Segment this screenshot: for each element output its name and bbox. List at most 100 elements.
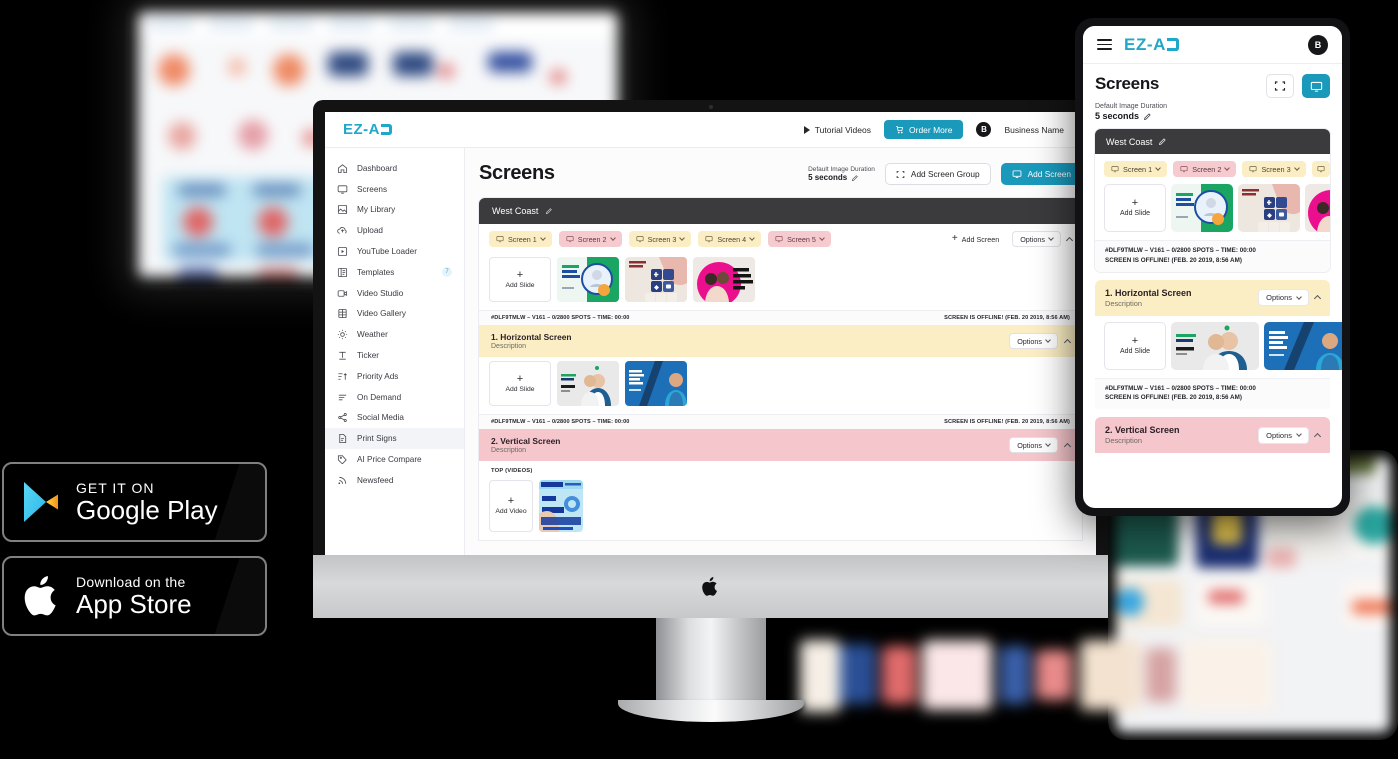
sidebar-item-weather[interactable]: Weather xyxy=(325,324,464,345)
sidebar-item-youtube-loader[interactable]: YouTube Loader xyxy=(325,241,464,262)
fullscreen-button[interactable] xyxy=(1266,74,1294,98)
cart-icon xyxy=(896,126,904,134)
slide-thumbnail[interactable] xyxy=(557,257,619,302)
add-slide-button[interactable]: + Add Slide xyxy=(1104,184,1166,232)
sidebar-item-newsfeed[interactable]: Newsfeed xyxy=(325,470,464,491)
tabs-add-screen-button[interactable]: + Add Screen xyxy=(944,231,1007,247)
hamburger-icon[interactable] xyxy=(1097,39,1112,50)
tabs-options-label: Options xyxy=(1020,234,1045,244)
section-options-label: Options xyxy=(1017,336,1042,346)
tutorial-videos-link[interactable]: Tutorial Videos xyxy=(803,125,871,135)
screen-tab-3[interactable]: Screen 3 xyxy=(628,231,692,247)
add-slide-button[interactable]: + Add Slide xyxy=(489,361,551,406)
add-slide-label: Add Slide xyxy=(1120,347,1150,355)
slide-thumbnail[interactable] xyxy=(693,257,755,302)
section-options-button[interactable]: Options xyxy=(1258,289,1309,306)
screen-tab-1[interactable]: Screen 1 xyxy=(1104,161,1168,177)
chevron-down-icon[interactable] xyxy=(819,235,825,241)
desktop-screen: EZ-A Tutorial Videos Order More B Busine… xyxy=(325,112,1096,555)
section-options-button[interactable]: Options xyxy=(1009,437,1058,453)
section-options-button[interactable]: Options xyxy=(1009,333,1058,349)
sidebar-item-ticker[interactable]: Ticker xyxy=(325,345,464,366)
add-slide-button[interactable]: + Add Slide xyxy=(1104,321,1166,370)
avatar[interactable]: B xyxy=(1308,34,1328,55)
sidebar-item-on-demand[interactable]: On Demand xyxy=(325,387,464,408)
sidebar-item-ai-price-compare[interactable]: AI Price Compare xyxy=(325,449,464,470)
slide-thumbnail[interactable] xyxy=(1171,321,1259,370)
slide-thumbnail[interactable] xyxy=(1305,184,1330,232)
slide-thumbnail[interactable] xyxy=(1171,184,1233,232)
collapse-caret-icon[interactable] xyxy=(1063,442,1072,450)
screen-tab-1[interactable]: Screen 1 xyxy=(489,231,552,247)
sun-icon xyxy=(337,329,348,340)
video-thumbnail[interactable] xyxy=(539,480,583,532)
section-options-button[interactable]: Options xyxy=(1258,426,1309,444)
tabs-options-button[interactable]: Options xyxy=(1012,231,1061,247)
screen-tab-2[interactable]: Screen 2 xyxy=(558,231,622,247)
slide-thumbnail[interactable] xyxy=(557,361,619,406)
slide-thumbnail[interactable] xyxy=(1238,184,1300,232)
document-icon xyxy=(337,433,348,444)
slide-thumbnail[interactable] xyxy=(1264,321,1342,370)
status-right: SCREEN IS OFFLINE! (FEB. 20 2019, 8:56 A… xyxy=(1105,256,1242,264)
chevron-down-icon[interactable] xyxy=(1293,165,1300,171)
sidebar-item-my-library[interactable]: My Library xyxy=(325,200,464,221)
chevron-down-icon[interactable] xyxy=(679,235,686,241)
chevron-down-icon[interactable] xyxy=(1155,165,1162,171)
sidebar-item-dashboard[interactable]: Dashboard xyxy=(325,158,464,179)
sidebar-item-upload[interactable]: Upload xyxy=(325,220,464,241)
collapse-caret-icon[interactable] xyxy=(1313,294,1322,303)
store-badges: GET IT ON Google Play Download on the Ap… xyxy=(2,462,267,650)
ez-ad-logo[interactable]: EZ-A xyxy=(1124,35,1180,55)
sidebar-item-print-signs[interactable]: Print Signs xyxy=(325,428,464,450)
chevron-down-icon[interactable] xyxy=(539,235,546,241)
add-slide-button[interactable]: + Add Slide xyxy=(489,257,551,302)
chevron-down-icon[interactable] xyxy=(749,235,755,241)
add-video-button[interactable]: + Add Video xyxy=(489,480,533,532)
slide-art-health-priority xyxy=(557,257,619,302)
ez-ad-logo[interactable]: EZ-A xyxy=(343,121,392,138)
collapse-caret-icon[interactable] xyxy=(1065,236,1074,244)
page-title: Screens xyxy=(1095,74,1160,93)
avatar[interactable]: B xyxy=(976,122,992,137)
plus-icon: + xyxy=(1131,334,1139,347)
sidebar-item-label: On Demand xyxy=(357,392,402,402)
add-screen-group-button[interactable]: Add Screen Group xyxy=(884,163,991,185)
sidebar-item-video-gallery[interactable]: Video Gallery xyxy=(325,304,464,325)
add-screen-button[interactable] xyxy=(1302,74,1330,98)
app-store-badge[interactable]: Download on the App Store xyxy=(2,556,267,636)
sidebar-item-social-media[interactable]: Social Media xyxy=(325,408,464,429)
screen-tab-2[interactable]: Screen 2 xyxy=(1173,161,1237,177)
screen-tab-4[interactable]: Screen 4 xyxy=(698,231,762,247)
collapse-caret-icon[interactable] xyxy=(1063,338,1072,346)
chevron-down-icon[interactable] xyxy=(609,235,616,241)
mobile-screen: EZ-A B Screens Default Image Duration 5 … xyxy=(1083,26,1342,508)
collapse-caret-icon[interactable] xyxy=(1313,432,1322,440)
edit-pencil-icon xyxy=(546,208,553,215)
frame-icon xyxy=(896,170,905,178)
app-topbar: EZ-A Tutorial Videos Order More B Busine… xyxy=(325,112,1096,148)
section-title: 2. Vertical Screen xyxy=(1105,425,1180,435)
sidebar-item-video-studio[interactable]: Video Studio xyxy=(325,283,464,304)
sidebar-item-screens[interactable]: Screens xyxy=(325,179,464,200)
monitor-bezel: EZ-A Tutorial Videos Order More B Busine… xyxy=(313,100,1108,555)
google-play-badge[interactable]: GET IT ON Google Play xyxy=(2,462,267,542)
duration-value-row[interactable]: 5 seconds xyxy=(808,173,875,182)
sidebar-item-priority-ads[interactable]: Priority Ads xyxy=(325,366,464,387)
screen-tab-3[interactable]: Screen 3 xyxy=(1242,161,1306,177)
add-screen-button[interactable]: Add Screen xyxy=(1000,163,1082,185)
chevron-down-icon[interactable] xyxy=(1224,165,1231,171)
business-name-label[interactable]: Business Name xyxy=(1004,125,1064,135)
screen-tab-4-partial[interactable] xyxy=(1311,161,1330,177)
duration-value-row[interactable]: 5 seconds xyxy=(1095,111,1330,121)
badge-small-text: Download on the xyxy=(76,573,186,590)
slide-thumbnail[interactable] xyxy=(625,361,687,406)
chevron-down-icon xyxy=(1048,235,1054,241)
order-more-button[interactable]: Order More xyxy=(884,120,964,139)
slide-thumbnail[interactable] xyxy=(625,257,687,302)
screen-tab-5[interactable]: Screen 5 xyxy=(768,231,831,247)
sidebar-item-label: Ticker xyxy=(357,351,379,361)
sidebar-item-templates[interactable]: Templates 7 xyxy=(325,262,464,283)
screen-tab-label: Screen 5 xyxy=(787,234,816,244)
monitor-icon xyxy=(775,236,783,243)
